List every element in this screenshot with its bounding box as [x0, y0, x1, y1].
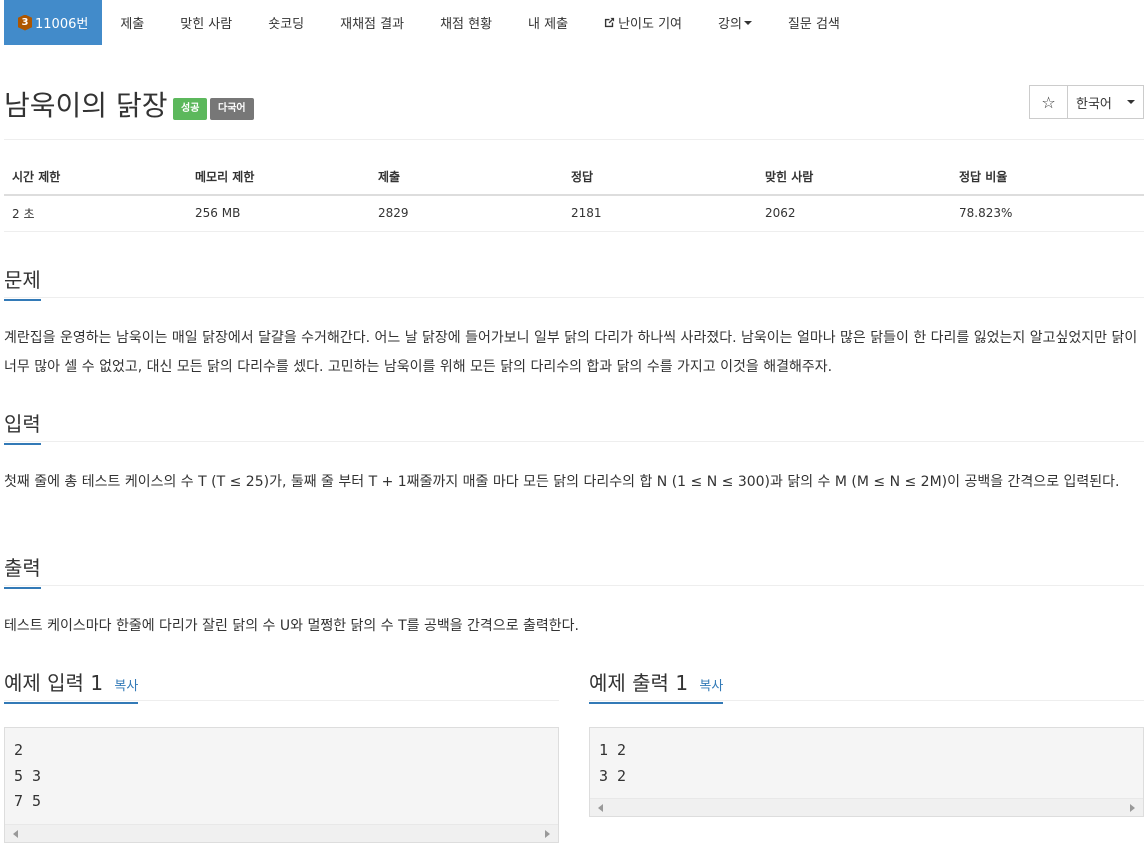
- nav-short-coding[interactable]: 숏코딩: [250, 0, 322, 45]
- header-accept-ratio: 정답 비율: [951, 158, 1144, 196]
- status-badge-success: 성공: [173, 98, 208, 120]
- nav-difficulty-contribution[interactable]: 난이도 기여: [586, 0, 700, 45]
- header-memory-limit: 메모리 제한: [187, 158, 370, 196]
- sample-input-line: 2: [14, 741, 24, 759]
- output-heading: 출력: [4, 552, 41, 589]
- value-memory-limit: 256 MB: [187, 195, 370, 232]
- scroll-left-icon[interactable]: [13, 830, 18, 838]
- output-section-heading: 출력: [4, 552, 1144, 589]
- problem-nav: 3 11006번 제출 맞힌 사람 숏코딩 재채점 결과 채점 현황 내 제출 …: [4, 0, 858, 45]
- sample-output-heading: 예제 출력 1 복사: [589, 667, 724, 704]
- value-accepted: 2181: [563, 195, 757, 232]
- horizontal-scrollbar[interactable]: [590, 798, 1143, 816]
- nav-difficulty-label: 난이도 기여: [618, 17, 682, 32]
- value-solved-users: 2062: [757, 195, 951, 232]
- tier-bronze-icon: 3: [18, 14, 32, 31]
- nav-rejudge-results[interactable]: 재채점 결과: [322, 0, 422, 45]
- table-row: 2 초 256 MB 2829 2181 2062 78.823%: [4, 195, 1144, 232]
- problem-section-heading: 문제: [4, 264, 1144, 301]
- copy-sample-output-button[interactable]: 복사: [699, 679, 723, 694]
- nav-solved-users[interactable]: 맞힌 사람: [162, 0, 250, 45]
- header-time-limit: 시간 제한: [4, 158, 187, 196]
- value-accept-ratio: 78.823%: [951, 195, 1144, 232]
- sample-input-line: 5 3: [14, 766, 42, 785]
- sample-output-title: 예제 출력 1: [589, 671, 689, 695]
- nav-submit[interactable]: 제출: [102, 0, 162, 45]
- copy-sample-input-button[interactable]: 복사: [114, 679, 138, 694]
- problem-description: 계란집을 운영하는 남욱이는 매일 닭장에서 달걀을 수거해간다. 어느 날 닭…: [4, 330, 1138, 375]
- problem-heading: 문제: [4, 264, 41, 301]
- page-title: 남욱이의 닭장: [4, 89, 168, 122]
- header-accepted: 정답: [563, 158, 757, 196]
- nav-lectures-label: 강의: [718, 17, 742, 32]
- nav-problem-number[interactable]: 3 11006번: [4, 0, 103, 45]
- sample-output-heading-row: 예제 출력 1 복사: [589, 667, 1144, 704]
- title-actions: ☆ 한국어: [1029, 85, 1144, 119]
- title-row: 남욱이의 닭장 성공 다국어 ☆ 한국어: [4, 84, 1144, 140]
- output-description: 테스트 케이스마다 한줄에 다리가 잘린 닭의 수 U와 멀쩡한 닭의 수 T를…: [4, 618, 579, 634]
- favorite-star-button[interactable]: ☆: [1029, 85, 1068, 119]
- input-description: 첫째 줄에 총 테스트 케이스의 수 T (T ≤ 25)가, 둘째 줄 부터 …: [4, 474, 1120, 490]
- star-icon: ☆: [1041, 92, 1056, 112]
- nav-my-submissions[interactable]: 내 제출: [510, 0, 586, 45]
- value-time-limit: 2 초: [4, 195, 187, 232]
- language-select-button[interactable]: 한국어: [1068, 85, 1144, 119]
- sample-input-heading: 예제 입력 1 복사: [4, 667, 139, 704]
- sample-output-content: 1 2 3 2: [590, 728, 1143, 789]
- header-solved-users: 맞힌 사람: [757, 158, 951, 196]
- sample-input-box[interactable]: 2 5 3 7 5: [4, 727, 559, 843]
- sample-input-content: 2 5 3 7 5: [5, 728, 558, 815]
- header-submissions: 제출: [370, 158, 563, 196]
- nav-question-search[interactable]: 질문 검색: [770, 0, 858, 45]
- caret-down-icon: [743, 20, 752, 25]
- status-badge-multilingual: 다국어: [210, 98, 254, 120]
- problem-number-label: 11006번: [35, 17, 89, 32]
- problem-info-table: 시간 제한 메모리 제한 제출 정답 맞힌 사람 정답 비율 2 초 256 M…: [4, 158, 1144, 232]
- external-link-icon: [604, 17, 615, 28]
- nav-status[interactable]: 채점 현황: [422, 0, 510, 45]
- sample-input-heading-row: 예제 입력 1 복사: [4, 667, 559, 704]
- table-header-row: 시간 제한 메모리 제한 제출 정답 맞힌 사람 정답 비율: [4, 158, 1144, 196]
- sample-output-line: 3 2: [599, 766, 627, 785]
- scroll-right-icon[interactable]: [545, 830, 550, 838]
- sample-output-line: 1 2: [599, 741, 627, 759]
- caret-down-icon: [1127, 100, 1135, 104]
- sample-input-title: 예제 입력 1: [4, 671, 104, 695]
- input-section-heading: 입력: [4, 408, 1144, 445]
- language-label: 한국어: [1076, 96, 1112, 112]
- nav-lectures-dropdown[interactable]: 강의: [700, 0, 770, 45]
- sample-output-box[interactable]: 1 2 3 2: [589, 727, 1144, 817]
- value-submissions: 2829: [370, 195, 563, 232]
- horizontal-scrollbar[interactable]: [5, 824, 558, 842]
- sample-input-line: 7 5: [14, 792, 42, 810]
- scroll-left-icon[interactable]: [598, 804, 603, 812]
- scroll-right-icon[interactable]: [1130, 804, 1135, 812]
- input-heading: 입력: [4, 408, 41, 445]
